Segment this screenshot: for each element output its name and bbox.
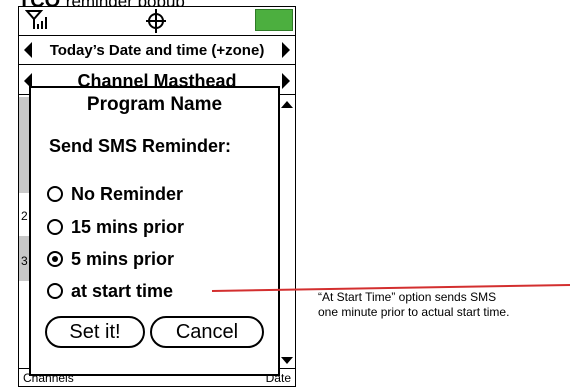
- date-next-arrow[interactable]: [282, 42, 290, 58]
- option-start-time[interactable]: at start time: [47, 280, 173, 302]
- side-label: 2: [21, 209, 28, 223]
- option-label: 15 mins prior: [71, 216, 185, 237]
- option-label: at start time: [71, 280, 174, 301]
- date-bar: Today’s Date and time (+zone): [19, 35, 295, 65]
- annotation-line-2: one minute prior to actual start time.: [318, 305, 510, 319]
- radio-button[interactable]: [47, 186, 63, 202]
- radio-button[interactable]: [47, 219, 63, 235]
- option-label: 5 mins prior: [71, 248, 175, 269]
- option-5-mins[interactable]: 5 mins prior: [47, 248, 174, 270]
- battery-icon: [255, 9, 293, 31]
- reminder-prompt: Send SMS Reminder:: [49, 136, 232, 156]
- date-label: Today’s Date and time (+zone): [49, 42, 265, 59]
- program-name: Program Name: [86, 94, 223, 115]
- crosshair-icon: [146, 9, 166, 33]
- radio-button[interactable]: [47, 283, 63, 299]
- side-label: 3: [21, 254, 28, 268]
- scroll-up-arrow[interactable]: [281, 101, 293, 108]
- cancel-button[interactable]: Cancel: [150, 316, 264, 348]
- status-bar: [19, 7, 295, 35]
- radio-button-selected[interactable]: [47, 251, 63, 267]
- option-no-reminder[interactable]: No Reminder: [47, 183, 183, 205]
- option-label: No Reminder: [71, 183, 184, 204]
- annotation-note: “At Start Time” option sends SMS one min…: [318, 290, 509, 320]
- scroll-down-arrow[interactable]: [281, 357, 293, 364]
- channel-next-arrow[interactable]: [282, 73, 290, 89]
- signal-strength-icon: [25, 10, 47, 29]
- option-15-mins[interactable]: 15 mins prior: [47, 216, 184, 238]
- set-it-button[interactable]: Set it!: [45, 316, 145, 348]
- reminder-popup: Program Name Send SMS Reminder: No Remin…: [29, 86, 280, 376]
- annotation-line-1: “At Start Time” option sends SMS: [318, 290, 497, 304]
